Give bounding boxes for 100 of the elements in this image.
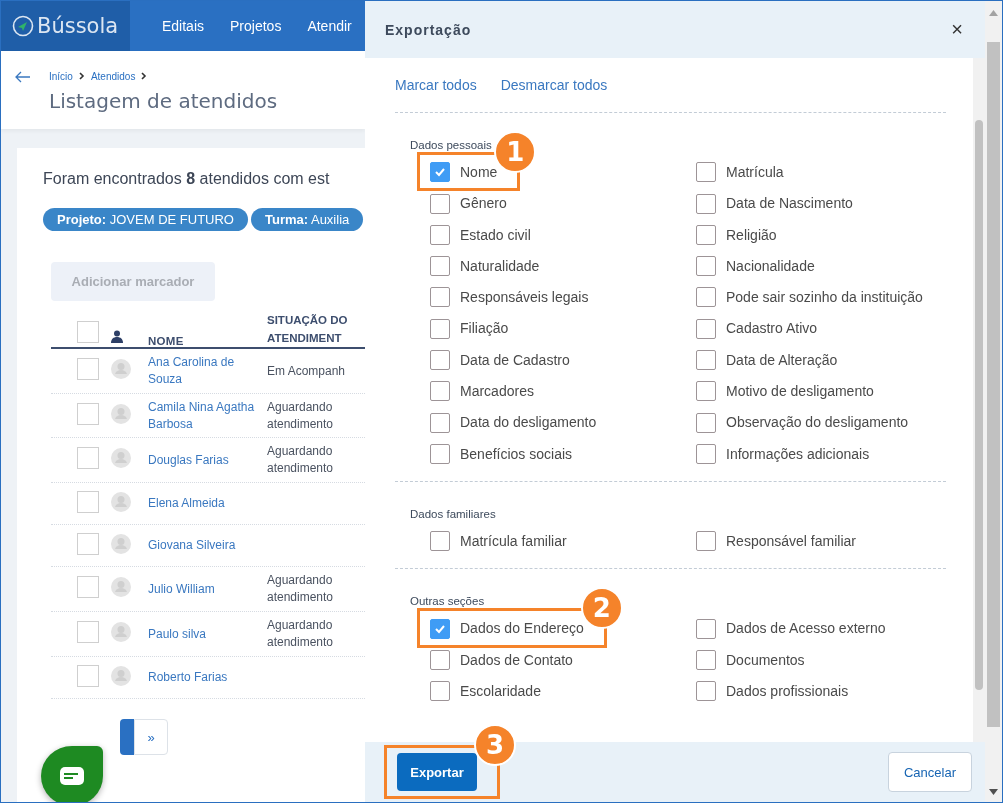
avatar-icon xyxy=(111,622,131,642)
checkbox[interactable] xyxy=(77,576,99,598)
select-link[interactable]: Desmarcar todos xyxy=(500,77,608,93)
checkbox[interactable] xyxy=(77,321,99,343)
checkbox[interactable] xyxy=(696,412,716,433)
checkbox[interactable] xyxy=(696,618,716,639)
scrollbar-thumb[interactable] xyxy=(987,42,1000,727)
column-header: SITUAÇÃO DO ATENDIMENT xyxy=(267,313,349,346)
checkbox-label: Data de Alteração xyxy=(726,352,838,369)
filter-chip[interactable]: Turma: Auxilia xyxy=(250,208,364,231)
nav-link[interactable]: Editais xyxy=(162,1,205,51)
checkbox[interactable] xyxy=(696,224,716,245)
person-name-link[interactable]: Elena Almeida xyxy=(148,495,267,512)
filter-chip[interactable]: Projeto: JOVEM DE FUTURO xyxy=(43,208,248,231)
column-header: NOME xyxy=(148,335,185,347)
checkbox[interactable] xyxy=(430,318,450,339)
checkbox-label: Informações adicionais xyxy=(726,445,870,462)
checkbox[interactable] xyxy=(430,224,450,245)
checkbox[interactable] xyxy=(430,618,450,639)
checkbox[interactable] xyxy=(77,447,99,469)
avatar-icon xyxy=(111,448,131,468)
checkbox[interactable] xyxy=(696,681,716,702)
status-text: Aguardando atendimento xyxy=(267,617,335,651)
avatar-icon xyxy=(111,665,131,686)
nav-link[interactable]: Atendir xyxy=(307,1,352,51)
checkbox-label: Estado civil xyxy=(460,226,531,243)
checkbox[interactable] xyxy=(77,358,99,380)
scroll-up-icon[interactable] xyxy=(989,10,998,16)
checkbox-label: Naturalidade xyxy=(460,258,540,275)
checkbox-label: Gênero xyxy=(460,195,507,212)
next-page-button[interactable]: » xyxy=(134,719,168,755)
checkbox[interactable] xyxy=(696,256,716,277)
checkbox[interactable] xyxy=(696,443,716,464)
person-name-link[interactable]: Camila Nina Agatha Barbosa xyxy=(148,398,267,433)
checkbox-label: Filiação xyxy=(460,320,509,337)
checkbox-label: Dados profissionais xyxy=(726,683,849,700)
checkbox[interactable] xyxy=(430,193,450,214)
checkbox[interactable] xyxy=(430,162,450,183)
person-name-link[interactable]: Ana Carolina de Souza xyxy=(148,354,267,388)
results-summary: Foram encontrados 8 atendidos com est xyxy=(43,170,330,187)
checkbox-label: Motivo de desligamento xyxy=(726,383,874,400)
checkbox[interactable] xyxy=(430,381,450,402)
breadcrumb-link[interactable]: Atendidos xyxy=(90,70,136,82)
status-text: Aguardando atendimento xyxy=(267,398,335,433)
checkbox[interactable] xyxy=(77,490,99,513)
export-button[interactable]: Exportar xyxy=(397,753,477,791)
checkbox-label: Data do desligamento xyxy=(460,414,597,431)
avatar-icon xyxy=(111,533,131,554)
dialog-title: Exportação xyxy=(385,21,472,38)
checkbox[interactable] xyxy=(77,664,99,687)
section-title: Outras seções xyxy=(410,595,485,608)
select-link[interactable]: Marcar todos xyxy=(395,77,477,93)
person-name-link[interactable]: Giovana Silveira xyxy=(148,537,267,554)
checkbox[interactable] xyxy=(696,287,716,308)
person-name-link[interactable]: Paulo silva xyxy=(148,625,267,643)
checkbox[interactable] xyxy=(696,318,716,339)
scrollbar-thumb[interactable] xyxy=(975,120,983,690)
checkbox[interactable] xyxy=(696,649,716,670)
compass-logo-icon xyxy=(12,15,34,37)
person-name-link[interactable]: Douglas Farias xyxy=(148,451,267,469)
avatar-icon xyxy=(111,359,131,379)
checkbox[interactable] xyxy=(430,350,450,371)
checkbox[interactable] xyxy=(696,162,716,183)
checkbox[interactable] xyxy=(77,402,99,425)
checkbox[interactable] xyxy=(77,621,99,643)
logo-text: Bússola xyxy=(37,14,119,38)
close-button[interactable]: × xyxy=(947,18,967,41)
checkbox[interactable] xyxy=(430,256,450,277)
chat-icon xyxy=(60,767,84,785)
checkbox-label: Escolaridade xyxy=(460,683,541,700)
checkbox[interactable] xyxy=(77,532,99,555)
avatar-icon xyxy=(111,577,131,597)
checkbox[interactable] xyxy=(696,531,716,552)
checkbox[interactable] xyxy=(430,531,450,552)
section-title: Dados pessoais xyxy=(410,139,492,151)
nav-link[interactable]: Projetos xyxy=(230,1,282,51)
checkbox-label: Benefícios sociais xyxy=(460,445,573,462)
checkbox[interactable] xyxy=(696,193,716,214)
checkbox[interactable] xyxy=(430,287,450,308)
cancel-button[interactable]: Cancelar xyxy=(888,752,972,792)
breadcrumb-link[interactable]: Início xyxy=(49,70,73,82)
avatar-icon xyxy=(111,403,131,424)
back-arrow-icon[interactable] xyxy=(15,71,31,83)
checkbox[interactable] xyxy=(430,649,450,670)
checkbox-label: Matrícula familiar xyxy=(460,533,567,550)
checkbox[interactable] xyxy=(430,412,450,433)
chevron-icon xyxy=(78,72,85,80)
checkbox-label: Religião xyxy=(726,226,777,243)
person-name-link[interactable]: Julio William xyxy=(148,580,267,598)
checkbox-label: Pode sair sozinho da instituição xyxy=(726,289,923,306)
checkbox[interactable] xyxy=(696,381,716,402)
checkbox[interactable] xyxy=(430,681,450,702)
scroll-down-icon[interactable] xyxy=(989,789,998,795)
checkbox[interactable] xyxy=(696,350,716,371)
chevron-icon xyxy=(141,72,148,80)
checkbox-label: Dados de Contato xyxy=(460,651,573,668)
person-icon xyxy=(111,330,123,343)
checkbox[interactable] xyxy=(430,443,450,464)
section-title: Dados familiares xyxy=(410,507,496,520)
person-name-link[interactable]: Roberto Farias xyxy=(148,669,267,686)
